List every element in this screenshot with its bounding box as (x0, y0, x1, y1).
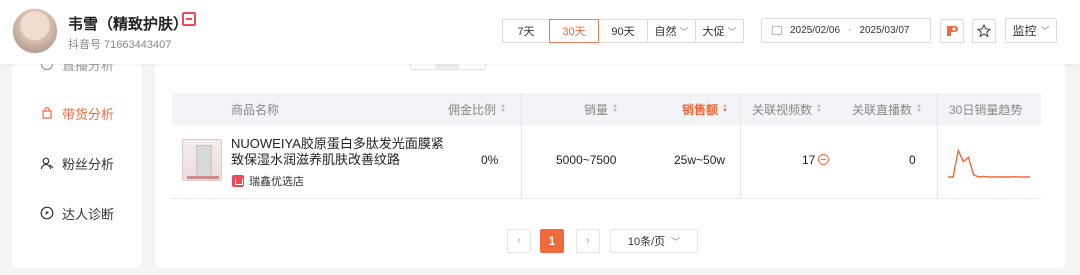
monitor-label: 监控 (1012, 24, 1037, 38)
traffic-type-label: 自然 (654, 26, 677, 38)
goods-analysis-panel: 商品名称 佣金比例 ▲ ▼ 销量 ▲ ▼ 销售额 ▲ ▼ 关联视频数 ▲ ▼ 关联直播数… (155, 62, 1065, 268)
live-count-value: 0 (909, 153, 916, 167)
shop-name: 瑞鑫优选店 (249, 176, 304, 188)
page-size-label: 10条/页 (627, 236, 666, 248)
sort-desc-icon: ▲ ▼ (722, 103, 728, 114)
date-range-picker[interactable]: 2025/02/06 - 2025/03/07 (761, 18, 931, 43)
period-selector: 7天 30天 90天 自然 ﹀ 大促 ﹀ (502, 19, 744, 43)
date-start[interactable]: 2025/02/06 (790, 25, 840, 36)
col-video-count[interactable]: 关联视频数 ▲ ▼ (752, 93, 822, 125)
douyin-id: 抖音号 71663443407 (68, 39, 172, 51)
trend-line (948, 148, 1030, 178)
promo-type-dropdown[interactable]: 大促 ﹀ (695, 19, 744, 43)
avatar[interactable] (12, 8, 58, 54)
period-90d-button[interactable]: 90天 (598, 19, 648, 43)
col-sales-volume[interactable]: 销量 ▲ ▼ (584, 93, 618, 125)
column-divider (740, 125, 741, 199)
traffic-type-dropdown[interactable]: 自然 ﹀ (647, 19, 696, 43)
sidebar-item-diagnosis[interactable]: 达人诊断 (12, 201, 142, 225)
star-icon (977, 24, 991, 38)
product-thumbnail[interactable] (182, 139, 222, 181)
col-sales-amount[interactable]: 销售额 ▲ ▼ (682, 93, 728, 125)
diagnose-icon (39, 205, 55, 221)
col-trend: 30日销量趋势 (949, 102, 1023, 117)
sidebar-item-label: 带货分析 (62, 106, 115, 122)
col-live-count[interactable]: 关联直播数 ▲ ▼ (852, 93, 922, 125)
column-divider (937, 93, 938, 125)
shop-window-icon (182, 12, 196, 26)
page-size-dropdown[interactable]: 10条/页 ﹀ (610, 229, 698, 253)
influencer-name: 韦雪（精致护肤） (68, 16, 189, 33)
sidebar-item-goods-analysis[interactable]: 带货分析 (12, 101, 142, 125)
more-icon (818, 154, 830, 165)
page-1-button[interactable]: 1 (540, 229, 564, 253)
date-separator: - (848, 25, 852, 36)
sales-amount-value: 25w~50w (674, 153, 726, 167)
brand-logo-icon (947, 26, 958, 36)
sidebar-item-live-analysis[interactable]: 直播分析 (12, 62, 142, 76)
sort-icon: ▲ ▼ (612, 103, 618, 114)
sort-icon: ▲ ▼ (500, 103, 506, 114)
page-header: 韦雪（精致护肤） 抖音号 71663443407 7天 30天 90天 自然 ﹀… (0, 0, 1080, 64)
column-divider (521, 125, 522, 199)
col-commission[interactable]: 佣金比例 ▲ ▼ (448, 93, 506, 125)
bag-icon (39, 105, 55, 121)
chevron-down-icon: ﹀ (671, 236, 681, 247)
period-7d-button[interactable]: 7天 (502, 19, 550, 43)
sales-trend-sparkline[interactable] (948, 145, 1030, 181)
sidebar-item-label: 达人诊断 (62, 206, 115, 222)
col-label: 关联视频数 (752, 102, 813, 117)
shop-icon (232, 175, 244, 187)
sales-volume-value: 5000~7500 (556, 153, 617, 167)
video-count-value: 17 (802, 153, 816, 167)
fans-icon (39, 155, 55, 171)
commission-value: 0% (481, 153, 499, 167)
monitor-dropdown[interactable]: 监控 ﹀ (1005, 18, 1057, 43)
table-row[interactable]: NUOWEIYA胶原蛋白多肽发光面膜紧致保湿水润滋养肌肤改善纹路 瑞鑫优选店 0… (172, 125, 1041, 199)
date-end[interactable]: 2025/03/07 (859, 25, 909, 36)
col-label: 销量 (584, 102, 609, 117)
shop-badge[interactable] (182, 12, 199, 26)
promo-type-label: 大促 (702, 26, 725, 38)
chevron-down-icon: ﹀ (727, 26, 737, 37)
col-label: 关联直播数 (852, 102, 913, 117)
column-divider (937, 125, 938, 199)
sidebar-item-label: 粉丝分析 (62, 156, 115, 172)
col-product-name: 商品名称 (231, 102, 280, 117)
sort-icon: ▲ ▼ (816, 103, 822, 114)
table-header: 商品名称 佣金比例 ▲ ▼ 销量 ▲ ▼ 销售额 ▲ ▼ 关联视频数 ▲ ▼ 关联直播数… (172, 93, 1041, 125)
brand-app-button[interactable] (940, 19, 964, 43)
next-page-button[interactable]: › (576, 229, 600, 253)
period-30d-button[interactable]: 30天 (549, 19, 599, 43)
col-label: 佣金比例 (448, 102, 497, 117)
column-divider (521, 93, 522, 125)
chevron-down-icon: ﹀ (679, 26, 689, 37)
favorite-button[interactable] (972, 19, 996, 43)
product-name-link[interactable]: NUOWEIYA胶原蛋白多肽发光面膜紧致保湿水润滋养肌肤改善纹路 (231, 136, 446, 168)
prev-page-button[interactable]: ‹ (507, 229, 531, 253)
shop-link[interactable]: 瑞鑫优选店 (232, 173, 304, 189)
col-label: 销售额 (682, 102, 719, 117)
calendar-icon (772, 26, 782, 35)
sidebar: 直播分析 带货分析 粉丝分析 达人诊断 (12, 62, 142, 268)
chevron-down-icon: ﹀ (1040, 26, 1050, 36)
sidebar-item-fans-analysis[interactable]: 粉丝分析 (12, 151, 142, 175)
column-divider (740, 93, 741, 125)
sort-icon: ▲ ▼ (916, 103, 922, 114)
video-count-cell[interactable]: 17 (802, 153, 830, 167)
